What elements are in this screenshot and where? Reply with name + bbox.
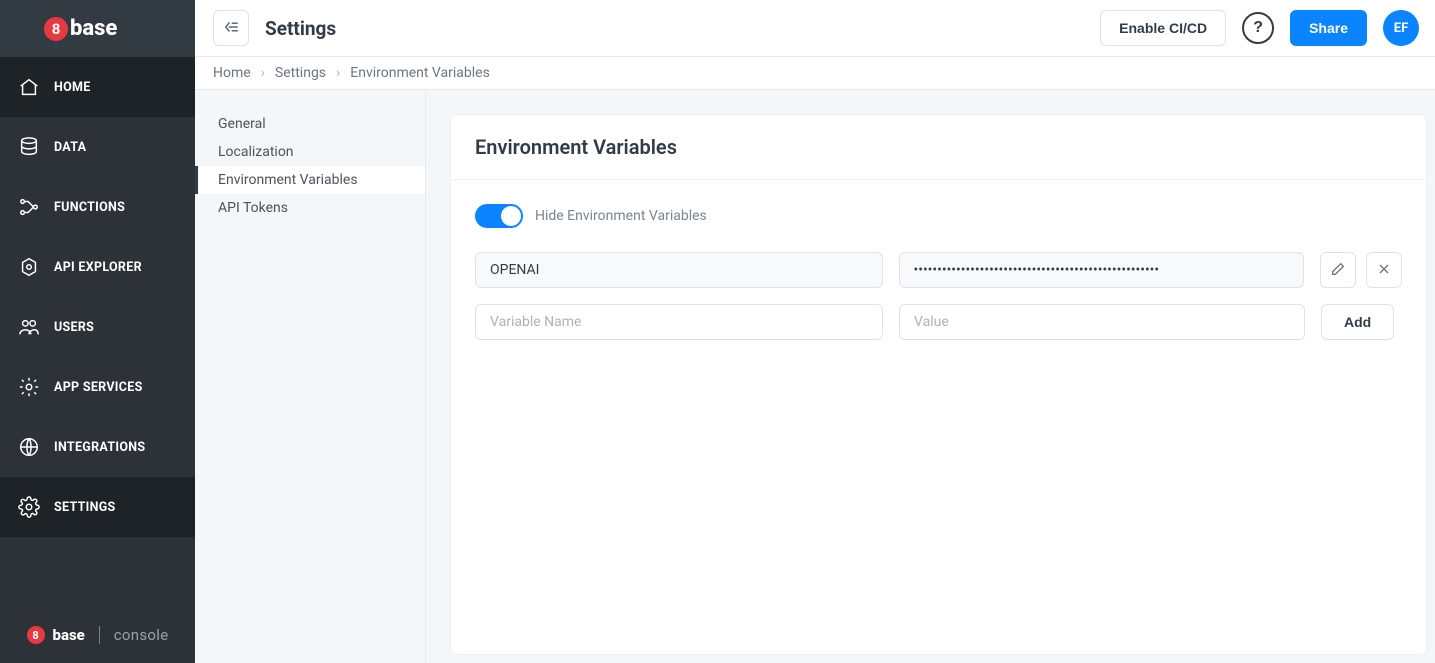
share-button[interactable]: Share — [1290, 10, 1367, 46]
api-explorer-icon — [18, 256, 40, 278]
footer-console-label: console — [114, 626, 169, 644]
pencil-icon — [1330, 261, 1346, 280]
home-icon — [18, 76, 40, 98]
topbar: Settings Enable CI/CD ? Share EF — [195, 0, 1435, 57]
sidebar-item-label: DATA — [54, 140, 86, 155]
menu-collapse-icon — [222, 18, 240, 39]
sidebar-item-label: APP SERVICES — [54, 380, 143, 395]
env-var-new-row: Add — [475, 304, 1402, 340]
chevron-right-icon: › — [336, 65, 340, 81]
main-sidebar: 8 base HOME DATA FUNCTIONS — [0, 0, 195, 663]
settings-sidebar: General Localization Environment Variabl… — [195, 90, 426, 663]
breadcrumb-home[interactable]: Home — [213, 65, 251, 81]
gear-icon — [18, 496, 40, 518]
env-var-value-input[interactable] — [899, 252, 1305, 288]
users-icon — [18, 316, 40, 338]
sidebar-item-home[interactable]: HOME — [0, 57, 195, 117]
avatar[interactable]: EF — [1383, 10, 1419, 46]
edit-env-var-button[interactable] — [1320, 252, 1356, 288]
sidebar-item-label: USERS — [54, 320, 94, 335]
sidebar-item-label: HOME — [54, 80, 91, 95]
hide-env-vars-toggle[interactable] — [475, 204, 523, 228]
database-icon — [18, 136, 40, 158]
sidebar-item-label: API EXPLORER — [54, 260, 142, 275]
sidebar-item-label: FUNCTIONS — [54, 200, 125, 215]
functions-icon — [18, 196, 40, 218]
sidebar-item-data[interactable]: DATA — [0, 117, 195, 177]
sidebar-item-settings[interactable]: SETTINGS — [0, 477, 195, 537]
sidebar-footer: 8 base console — [0, 607, 195, 663]
new-env-var-name-input[interactable] — [475, 304, 883, 340]
delete-env-var-button[interactable] — [1366, 252, 1402, 288]
logo[interactable]: 8 base — [0, 0, 195, 57]
integrations-icon — [18, 436, 40, 458]
sidebar-item-label: INTEGRATIONS — [54, 440, 145, 455]
settings-tab-localization[interactable]: Localization — [195, 138, 425, 166]
env-vars-panel: Environment Variables Hide Environment V… — [450, 114, 1427, 655]
sidebar-item-api-explorer[interactable]: API EXPLORER — [0, 237, 195, 297]
breadcrumb-current: Environment Variables — [350, 65, 490, 81]
sidebar-item-users[interactable]: USERS — [0, 297, 195, 357]
breadcrumb: Home › Settings › Environment Variables — [195, 57, 1435, 90]
settings-tab-env-vars[interactable]: Environment Variables — [195, 166, 425, 194]
app-services-icon — [18, 376, 40, 398]
divider-icon — [99, 626, 100, 644]
panel-title: Environment Variables — [451, 115, 1426, 180]
question-icon: ? — [1253, 19, 1263, 37]
page-title: Settings — [265, 17, 336, 40]
help-button[interactable]: ? — [1242, 12, 1274, 44]
footer-logo-badge-icon: 8 — [27, 626, 45, 644]
hide-env-vars-label: Hide Environment Variables — [535, 208, 707, 224]
settings-tab-api-tokens[interactable]: API Tokens — [195, 194, 425, 222]
new-env-var-value-input[interactable] — [899, 304, 1305, 340]
sidebar-item-app-services[interactable]: APP SERVICES — [0, 357, 195, 417]
env-var-row — [475, 252, 1402, 288]
footer-brand: base — [53, 626, 85, 644]
chevron-right-icon: › — [261, 65, 265, 81]
logo-badge-icon: 8 — [44, 17, 68, 41]
env-var-name-input[interactable] — [475, 252, 883, 288]
collapse-sidebar-button[interactable] — [213, 10, 249, 46]
main-nav: HOME DATA FUNCTIONS API EXPLORER — [0, 57, 195, 607]
settings-tab-general[interactable]: General — [195, 110, 425, 138]
close-icon — [1376, 261, 1392, 280]
logo-text: base — [70, 16, 117, 41]
breadcrumb-settings[interactable]: Settings — [275, 65, 326, 81]
add-env-var-button[interactable]: Add — [1321, 304, 1394, 340]
sidebar-item-integrations[interactable]: INTEGRATIONS — [0, 417, 195, 477]
sidebar-item-label: SETTINGS — [54, 500, 116, 515]
sidebar-item-functions[interactable]: FUNCTIONS — [0, 177, 195, 237]
toggle-knob-icon — [501, 206, 521, 226]
enable-cicd-button[interactable]: Enable CI/CD — [1100, 10, 1226, 46]
